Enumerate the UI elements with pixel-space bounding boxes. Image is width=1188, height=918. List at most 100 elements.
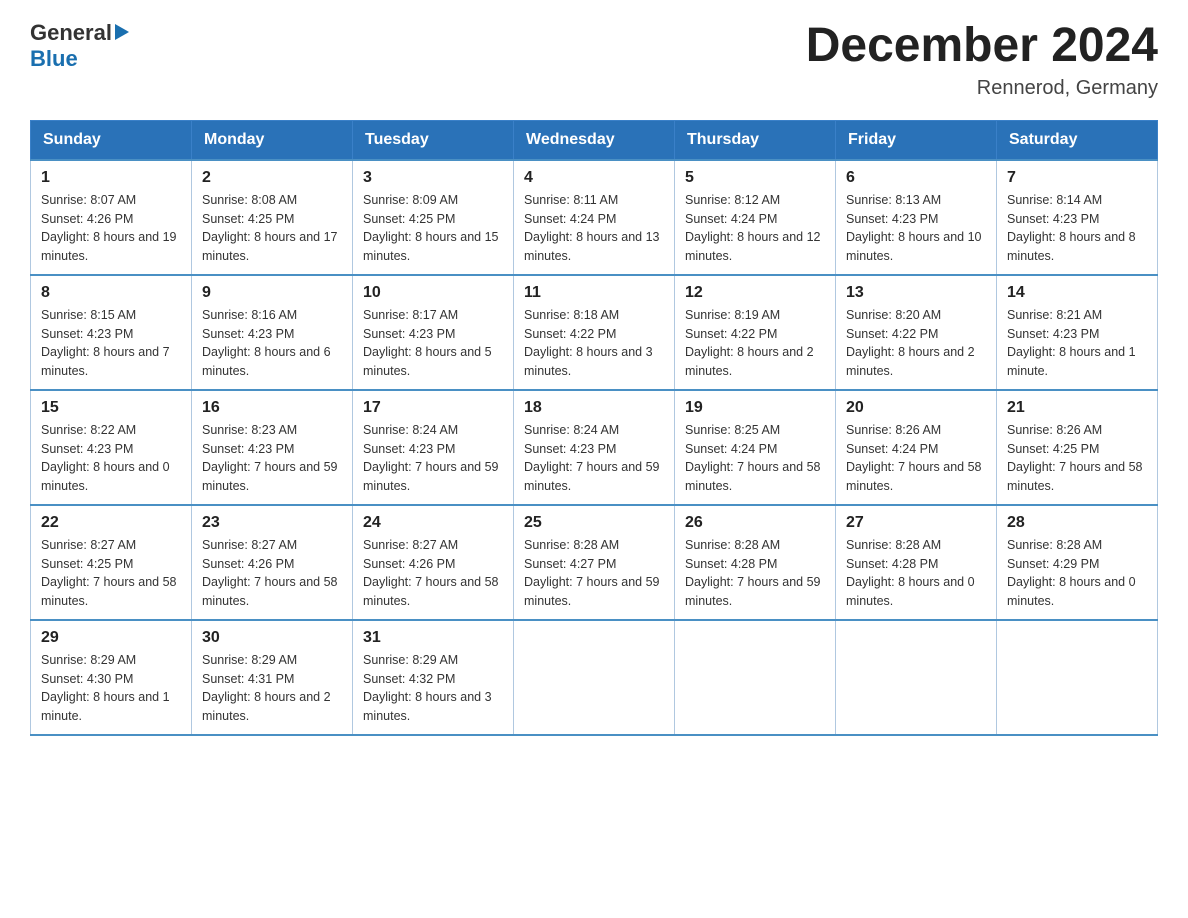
weekday-header-saturday: Saturday	[997, 120, 1158, 160]
page-header: General Blue December 2024 Rennerod, Ger…	[30, 20, 1158, 100]
day-info: Sunrise: 8:17 AMSunset: 4:23 PMDaylight:…	[363, 306, 503, 381]
day-info: Sunrise: 8:27 AMSunset: 4:26 PMDaylight:…	[202, 536, 342, 611]
day-info: Sunrise: 8:28 AMSunset: 4:29 PMDaylight:…	[1007, 536, 1147, 611]
day-info: Sunrise: 8:29 AMSunset: 4:30 PMDaylight:…	[41, 651, 181, 726]
day-number: 25	[524, 514, 664, 532]
calendar-cell: 27 Sunrise: 8:28 AMSunset: 4:28 PMDayligh…	[836, 505, 997, 620]
calendar-week-row: 29Sunrise: 8:29 AMSunset: 4:30 PMDayligh…	[31, 620, 1158, 735]
calendar-cell: 25 Sunrise: 8:28 AMSunset: 4:27 PMDayligh…	[514, 505, 675, 620]
day-number: 10	[363, 284, 503, 302]
day-number: 30	[202, 629, 342, 647]
calendar-cell: 9 Sunrise: 8:16 AMSunset: 4:23 PMDaylight…	[192, 275, 353, 390]
day-info: Sunrise: 8:15 AMSunset: 4:23 PMDaylight:…	[41, 306, 181, 381]
day-info: Sunrise: 8:09 AMSunset: 4:25 PMDaylight:…	[363, 191, 503, 266]
weekday-header-tuesday: Tuesday	[353, 120, 514, 160]
logo: General Blue	[30, 20, 129, 72]
calendar-week-row: 8 Sunrise: 8:15 AMSunset: 4:23 PMDaylight…	[31, 275, 1158, 390]
calendar-cell: 8 Sunrise: 8:15 AMSunset: 4:23 PMDaylight…	[31, 275, 192, 390]
day-info: Sunrise: 8:29 AMSunset: 4:31 PMDaylight:…	[202, 651, 342, 726]
weekday-header-row: SundayMondayTuesdayWednesdayThursdayFrid…	[31, 120, 1158, 160]
calendar-table: SundayMondayTuesdayWednesdayThursdayFrid…	[30, 120, 1158, 736]
day-info: Sunrise: 8:28 AMSunset: 4:28 PMDaylight:…	[846, 536, 986, 611]
logo-text-blue: Blue	[30, 46, 78, 72]
day-info: Sunrise: 8:28 AMSunset: 4:27 PMDaylight:…	[524, 536, 664, 611]
calendar-cell: 30 Sunrise: 8:29 AMSunset: 4:31 PMDayligh…	[192, 620, 353, 735]
calendar-cell	[514, 620, 675, 735]
weekday-header-thursday: Thursday	[675, 120, 836, 160]
day-info: Sunrise: 8:18 AMSunset: 4:22 PMDaylight:…	[524, 306, 664, 381]
calendar-week-row: 1 Sunrise: 8:07 AMSunset: 4:26 PMDaylight…	[31, 160, 1158, 275]
calendar-week-row: 15 Sunrise: 8:22 AMSunset: 4:23 PMDayligh…	[31, 390, 1158, 505]
day-number: 7	[1007, 169, 1147, 187]
calendar-cell: 7 Sunrise: 8:14 AMSunset: 4:23 PMDaylight…	[997, 160, 1158, 275]
calendar-cell: 22 Sunrise: 8:27 AMSunset: 4:25 PMDayligh…	[31, 505, 192, 620]
day-info: Sunrise: 8:26 AMSunset: 4:24 PMDaylight:…	[846, 421, 986, 496]
day-number: 11	[524, 284, 664, 302]
calendar-cell: 26 Sunrise: 8:28 AMSunset: 4:28 PMDayligh…	[675, 505, 836, 620]
day-number: 19	[685, 399, 825, 417]
calendar-cell: 18Sunrise: 8:24 AMSunset: 4:23 PMDayligh…	[514, 390, 675, 505]
day-number: 20	[846, 399, 986, 417]
day-number: 27	[846, 514, 986, 532]
day-info: Sunrise: 8:19 AMSunset: 4:22 PMDaylight:…	[685, 306, 825, 381]
calendar-week-row: 22 Sunrise: 8:27 AMSunset: 4:25 PMDayligh…	[31, 505, 1158, 620]
day-number: 21	[1007, 399, 1147, 417]
day-info: Sunrise: 8:11 AMSunset: 4:24 PMDaylight:…	[524, 191, 664, 266]
logo-flag-icon	[115, 24, 129, 40]
day-number: 9	[202, 284, 342, 302]
day-info: Sunrise: 8:13 AMSunset: 4:23 PMDaylight:…	[846, 191, 986, 266]
calendar-cell: 12 Sunrise: 8:19 AMSunset: 4:22 PMDayligh…	[675, 275, 836, 390]
month-year-title: December 2024	[806, 20, 1158, 73]
day-info: Sunrise: 8:27 AMSunset: 4:25 PMDaylight:…	[41, 536, 181, 611]
calendar-cell: 1 Sunrise: 8:07 AMSunset: 4:26 PMDaylight…	[31, 160, 192, 275]
day-number: 1	[41, 169, 181, 187]
calendar-cell: 11 Sunrise: 8:18 AMSunset: 4:22 PMDayligh…	[514, 275, 675, 390]
day-number: 24	[363, 514, 503, 532]
day-info: Sunrise: 8:22 AMSunset: 4:23 PMDaylight:…	[41, 421, 181, 496]
day-info: Sunrise: 8:29 AMSunset: 4:32 PMDaylight:…	[363, 651, 503, 726]
day-number: 14	[1007, 284, 1147, 302]
calendar-cell: 28 Sunrise: 8:28 AMSunset: 4:29 PMDayligh…	[997, 505, 1158, 620]
day-number: 31	[363, 629, 503, 647]
day-info: Sunrise: 8:14 AMSunset: 4:23 PMDaylight:…	[1007, 191, 1147, 266]
calendar-cell: 6Sunrise: 8:13 AMSunset: 4:23 PMDaylight…	[836, 160, 997, 275]
day-number: 4	[524, 169, 664, 187]
day-number: 15	[41, 399, 181, 417]
weekday-header-monday: Monday	[192, 120, 353, 160]
weekday-header-wednesday: Wednesday	[514, 120, 675, 160]
day-info: Sunrise: 8:25 AMSunset: 4:24 PMDaylight:…	[685, 421, 825, 496]
calendar-cell: 21 Sunrise: 8:26 AMSunset: 4:25 PMDayligh…	[997, 390, 1158, 505]
calendar-cell: 5Sunrise: 8:12 AMSunset: 4:24 PMDaylight…	[675, 160, 836, 275]
day-number: 3	[363, 169, 503, 187]
day-number: 26	[685, 514, 825, 532]
day-number: 17	[363, 399, 503, 417]
day-info: Sunrise: 8:12 AMSunset: 4:24 PMDaylight:…	[685, 191, 825, 266]
logo-text-general: General	[30, 20, 112, 46]
calendar-cell: 31 Sunrise: 8:29 AMSunset: 4:32 PMDayligh…	[353, 620, 514, 735]
calendar-cell: 20 Sunrise: 8:26 AMSunset: 4:24 PMDayligh…	[836, 390, 997, 505]
day-info: Sunrise: 8:24 AMSunset: 4:23 PMDaylight:…	[363, 421, 503, 496]
day-info: Sunrise: 8:28 AMSunset: 4:28 PMDaylight:…	[685, 536, 825, 611]
day-number: 12	[685, 284, 825, 302]
day-info: Sunrise: 8:27 AMSunset: 4:26 PMDaylight:…	[363, 536, 503, 611]
weekday-header-sunday: Sunday	[31, 120, 192, 160]
day-info: Sunrise: 8:07 AMSunset: 4:26 PMDaylight:…	[41, 191, 181, 266]
day-info: Sunrise: 8:23 AMSunset: 4:23 PMDaylight:…	[202, 421, 342, 496]
weekday-header-friday: Friday	[836, 120, 997, 160]
location-subtitle: Rennerod, Germany	[806, 77, 1158, 100]
calendar-cell: 29Sunrise: 8:29 AMSunset: 4:30 PMDayligh…	[31, 620, 192, 735]
day-number: 22	[41, 514, 181, 532]
calendar-cell: 17 Sunrise: 8:24 AMSunset: 4:23 PMDayligh…	[353, 390, 514, 505]
day-number: 8	[41, 284, 181, 302]
day-number: 23	[202, 514, 342, 532]
day-number: 16	[202, 399, 342, 417]
calendar-cell: 4 Sunrise: 8:11 AMSunset: 4:24 PMDaylight…	[514, 160, 675, 275]
calendar-cell: 10 Sunrise: 8:17 AMSunset: 4:23 PMDayligh…	[353, 275, 514, 390]
day-info: Sunrise: 8:16 AMSunset: 4:23 PMDaylight:…	[202, 306, 342, 381]
calendar-cell: 14Sunrise: 8:21 AMSunset: 4:23 PMDayligh…	[997, 275, 1158, 390]
day-number: 28	[1007, 514, 1147, 532]
calendar-cell: 24 Sunrise: 8:27 AMSunset: 4:26 PMDayligh…	[353, 505, 514, 620]
calendar-cell: 19 Sunrise: 8:25 AMSunset: 4:24 PMDayligh…	[675, 390, 836, 505]
day-info: Sunrise: 8:24 AMSunset: 4:23 PMDaylight:…	[524, 421, 664, 496]
day-info: Sunrise: 8:26 AMSunset: 4:25 PMDaylight:…	[1007, 421, 1147, 496]
